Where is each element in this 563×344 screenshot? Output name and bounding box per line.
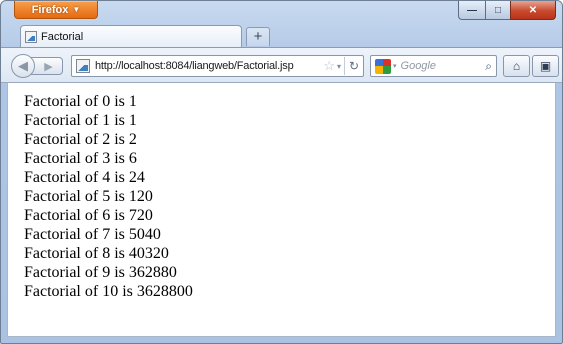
close-button[interactable]: ✕ (510, 1, 556, 20)
bookmark-star-icon[interactable]: ☆ (323, 58, 335, 74)
google-engine-icon[interactable] (375, 58, 391, 74)
factorial-line-5: Factorial of 5 is 120 (24, 188, 153, 205)
factorial-line-2: Factorial of 2 is 2 (24, 131, 137, 148)
title-bar: Firefox ▼ — □ ✕ (1, 1, 562, 23)
factorial-line-9: Factorial of 9 is 362880 (24, 264, 177, 281)
window-controls: — □ ✕ (458, 1, 556, 20)
page-content: Factorial of 0 is 1 Factorial of 1 is 1 … (7, 83, 556, 337)
factorial-line-7: Factorial of 7 is 5040 (24, 226, 161, 243)
tab-label: Factorial (41, 30, 84, 43)
tab-strip: Factorial + (1, 21, 562, 47)
history-dropdown-icon[interactable]: ▾ (337, 62, 341, 71)
home-icon: ⌂ (512, 59, 521, 73)
browser-window: Firefox ▼ — □ ✕ Factorial + ◀ ▶ http://l… (0, 0, 563, 344)
search-bar[interactable]: ▾ Google ⌕ (370, 55, 497, 77)
factorial-line-10: Factorial of 10 is 3628800 (24, 283, 193, 300)
factorial-line-6: Factorial of 6 is 720 (24, 207, 153, 224)
site-identity-icon[interactable] (76, 59, 90, 73)
maximize-button[interactable]: □ (485, 1, 510, 20)
bookmarks-icon: ▣ (539, 59, 552, 73)
chevron-down-icon: ▼ (72, 5, 81, 14)
url-bar[interactable]: http://localhost:8084/liangweb/Factorial… (71, 55, 364, 77)
page-icon (25, 30, 37, 43)
factorial-line-4: Factorial of 4 is 24 (24, 169, 145, 186)
engine-dropdown-icon[interactable]: ▾ (393, 62, 397, 70)
bookmarks-button[interactable]: ▣ (532, 55, 559, 77)
navigation-toolbar: ◀ ▶ http://localhost:8084/liangweb/Facto… (1, 47, 562, 83)
forward-arrow-icon: ▶ (44, 60, 53, 73)
back-button[interactable]: ◀ (11, 54, 35, 78)
search-icon[interactable]: ⌕ (485, 59, 492, 74)
back-arrow-icon: ◀ (18, 58, 28, 73)
tab-factorial[interactable]: Factorial (20, 25, 242, 47)
firefox-menu-label: Firefox (31, 3, 69, 16)
back-forward-group: ◀ ▶ (11, 54, 67, 78)
factorial-line-0: Factorial of 0 is 1 (24, 93, 137, 110)
search-input[interactable]: Google (401, 60, 486, 72)
home-button[interactable]: ⌂ (503, 55, 530, 77)
new-tab-button[interactable]: + (246, 27, 270, 46)
reload-icon[interactable]: ↻ (344, 57, 363, 75)
factorial-line-1: Factorial of 1 is 1 (24, 112, 137, 129)
firefox-menu-button[interactable]: Firefox ▼ (14, 1, 98, 19)
minimize-button[interactable]: — (458, 1, 485, 20)
url-input[interactable]: http://localhost:8084/liangweb/Factorial… (95, 60, 323, 72)
factorial-line-8: Factorial of 8 is 40320 (24, 245, 169, 262)
factorial-line-3: Factorial of 3 is 6 (24, 150, 137, 167)
